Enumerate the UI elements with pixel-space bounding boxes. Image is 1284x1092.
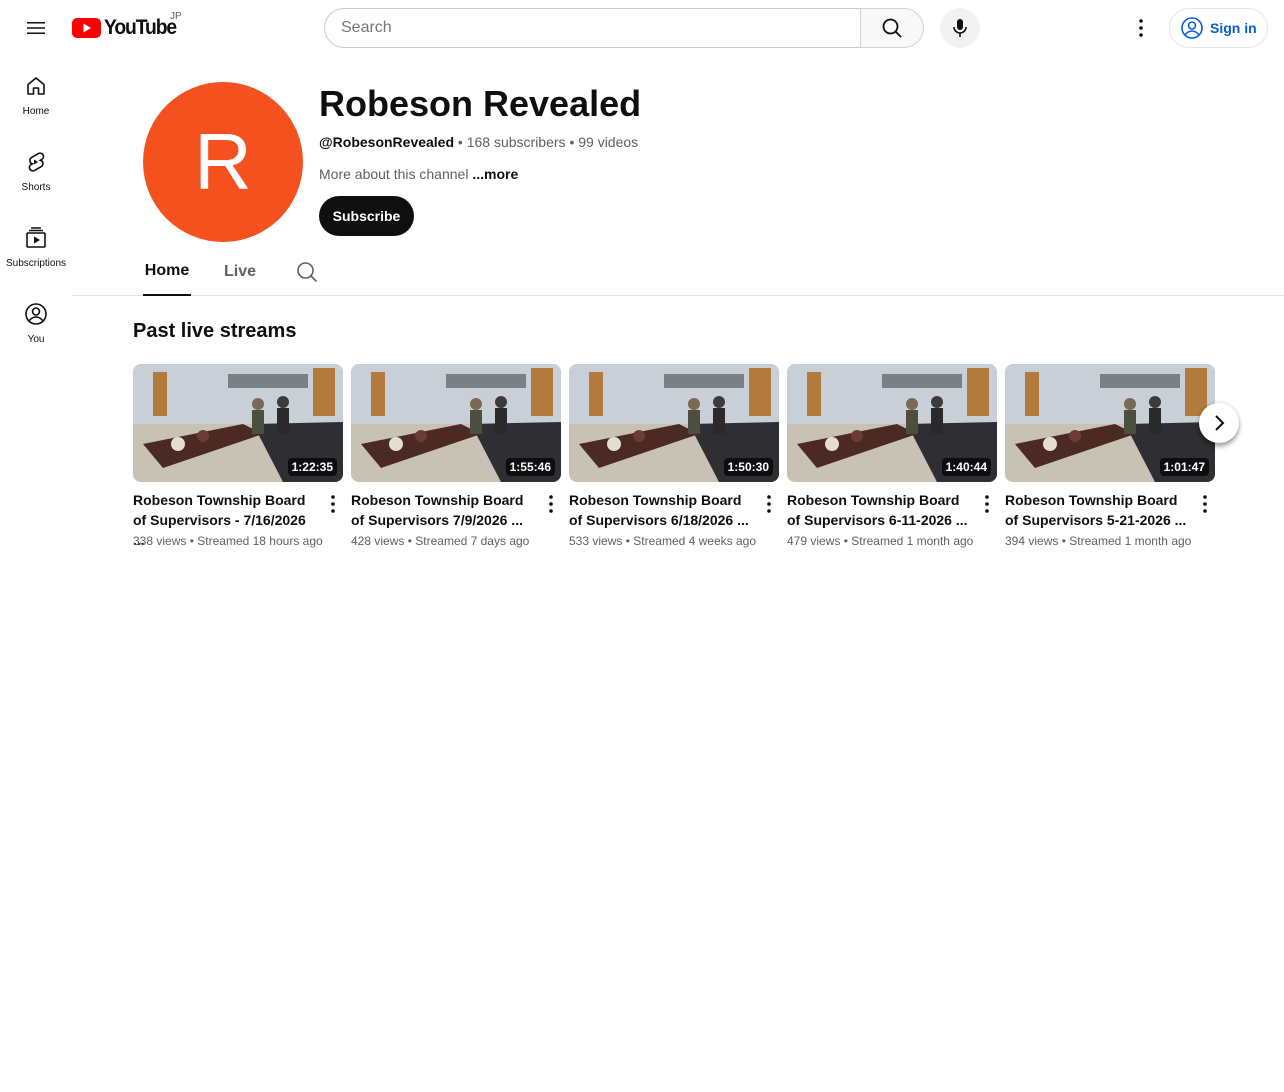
tab-live[interactable]: Live [224, 248, 256, 295]
guide-menu-button[interactable] [16, 8, 56, 48]
subscriptions-icon [26, 227, 46, 248]
guide-item-subscriptions[interactable]: Subscriptions [0, 208, 72, 284]
guide-item-label: Shorts [21, 182, 51, 193]
avatar-letter: R [194, 117, 252, 206]
video-title[interactable]: Robeson Township Board of Supervisors 6/… [569, 490, 753, 530]
shorts-icon [28, 152, 45, 172]
video-action-menu[interactable] [1193, 492, 1217, 516]
video-age: Streamed 7 days ago [415, 534, 530, 548]
video-card[interactable]: 1:01:47 Robeson Township Board of Superv… [1005, 364, 1215, 548]
masthead: YouTube JP Sign in [0, 0, 1284, 56]
video-thumbnail[interactable]: 1:01:47 [1005, 364, 1215, 482]
guide-item-label: You [27, 334, 45, 345]
channel-meta: @RobesonRevealed • 168 subscribers • 99 … [319, 133, 638, 151]
logo-wordmark: YouTube [104, 16, 177, 39]
more-vert-icon [767, 495, 771, 513]
more-vert-icon [985, 495, 989, 513]
video-card[interactable]: 1:50:30 Robeson Township Board of Superv… [569, 364, 779, 548]
video-duration: 1:22:35 [287, 458, 337, 476]
video-views: 533 views [569, 534, 623, 548]
guide-item-label: Subscriptions [5, 258, 67, 269]
video-title[interactable]: Robeson Township Board of Supervisors 7/… [351, 490, 535, 530]
video-metadata: 338 views • Streamed 18 hours ago [133, 533, 353, 549]
meta-separator: • [569, 134, 575, 150]
menu-icon [27, 22, 45, 34]
country-code: JP [170, 11, 182, 22]
guide-item-home[interactable]: Home [0, 56, 72, 132]
video-duration: 1:01:47 [1159, 458, 1209, 476]
guide-item-you[interactable]: You [0, 284, 72, 360]
video-age: Streamed 1 month ago [851, 534, 974, 548]
video-action-menu[interactable] [975, 492, 999, 516]
meta-separator: • [457, 134, 463, 150]
sign-in-label: Sign in [1210, 20, 1257, 36]
search-icon [882, 18, 902, 38]
channel-avatar[interactable]: R [143, 82, 303, 242]
meta-separator: • [407, 534, 412, 548]
meta-separator: • [843, 534, 848, 548]
video-views: 428 views [351, 534, 405, 548]
channel-search-icon[interactable] [295, 260, 319, 284]
search-input[interactable] [324, 8, 861, 48]
chevron-right-icon [1215, 415, 1225, 431]
video-metadata: 479 views • Streamed 1 month ago [787, 533, 1007, 549]
video-title[interactable]: Robeson Township Board of Supervisors 6-… [787, 490, 971, 530]
channel-about-link[interactable]: More about this channel ...more [319, 165, 518, 183]
channel-tabs: Home Live [72, 248, 1284, 296]
video-action-menu[interactable] [539, 492, 563, 516]
video-card[interactable]: 1:22:35 Robeson Township Board of Superv… [133, 364, 343, 548]
video-views: 394 views [1005, 534, 1059, 548]
more-vert-icon [549, 495, 553, 513]
tab-home[interactable]: Home [143, 248, 191, 296]
video-views: 338 views [133, 534, 187, 548]
sign-in-button[interactable]: Sign in [1169, 8, 1268, 48]
video-duration: 1:55:46 [505, 458, 555, 476]
video-action-menu[interactable] [321, 492, 345, 516]
guide-item-label: Home [22, 106, 50, 117]
about-text: More about this channel [319, 166, 469, 182]
microphone-icon [953, 19, 967, 37]
channel-title: Robeson Revealed [319, 83, 642, 124]
video-thumbnail[interactable]: 1:55:46 [351, 364, 561, 482]
video-thumbnail[interactable]: 1:40:44 [787, 364, 997, 482]
meta-separator: • [1061, 534, 1066, 548]
video-thumbnail[interactable]: 1:22:35 [133, 364, 343, 482]
video-views: 479 views [787, 534, 841, 548]
settings-more-button[interactable] [1121, 8, 1161, 48]
subscribe-button[interactable]: Subscribe [319, 196, 414, 236]
channel-handle: @RobesonRevealed [319, 134, 455, 150]
video-action-menu[interactable] [757, 492, 781, 516]
meta-separator: • [189, 534, 194, 548]
more-vert-icon [1203, 495, 1207, 513]
more-vert-icon [331, 495, 335, 513]
video-thumbnail[interactable]: 1:50:30 [569, 364, 779, 482]
video-age: Streamed 4 weeks ago [633, 534, 757, 548]
shelf-next-button[interactable] [1199, 403, 1239, 443]
video-duration: 1:40:44 [941, 458, 991, 476]
video-metadata: 533 views • Streamed 4 weeks ago [569, 533, 789, 549]
video-metadata: 394 views • Streamed 1 month ago [1005, 533, 1225, 549]
meta-separator: • [625, 534, 630, 548]
account-circle-icon [1181, 17, 1203, 39]
video-age: Streamed 1 month ago [1069, 534, 1192, 548]
video-age: Streamed 18 hours ago [197, 534, 323, 548]
home-icon [27, 77, 45, 95]
youtube-logo[interactable]: YouTube JP [72, 11, 182, 40]
video-metadata: 428 views • Streamed 7 days ago [351, 533, 571, 549]
video-card[interactable]: 1:40:44 Robeson Township Board of Superv… [787, 364, 997, 548]
video-count: 99 videos [578, 134, 639, 150]
mini-guide: Home Shorts Subscriptions You [0, 56, 72, 360]
more-vert-icon [1139, 19, 1143, 37]
guide-item-shorts[interactable]: Shorts [0, 132, 72, 208]
video-duration: 1:50:30 [723, 458, 773, 476]
shelf-title: Past live streams [133, 320, 297, 342]
voice-search-button[interactable] [940, 8, 980, 48]
subscriber-count: 168 subscribers [466, 134, 566, 150]
account-icon [25, 303, 47, 325]
video-title[interactable]: Robeson Township Board of Supervisors 5-… [1005, 490, 1189, 530]
about-more-link[interactable]: ...more [472, 166, 518, 182]
search-button[interactable] [860, 8, 924, 48]
video-card[interactable]: 1:55:46 Robeson Township Board of Superv… [351, 364, 561, 548]
youtube-logo-icon [72, 18, 101, 38]
